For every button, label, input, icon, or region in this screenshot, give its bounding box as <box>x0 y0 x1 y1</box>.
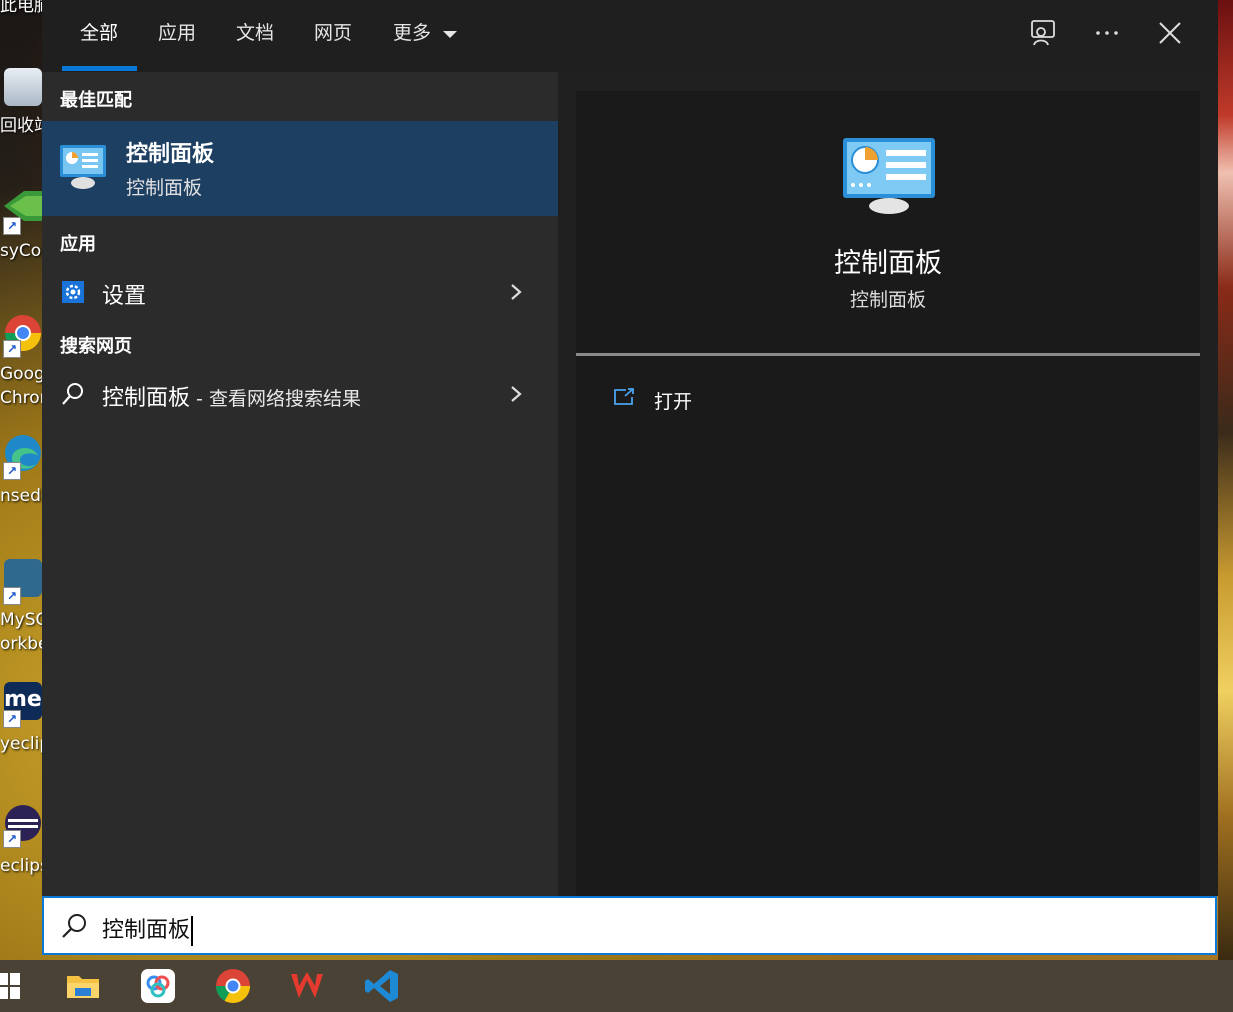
file-explorer-icon[interactable] <box>65 968 101 1004</box>
open-action[interactable]: 打开 <box>606 377 806 421</box>
desktop-icon-recycle-bin[interactable]: 回收站 <box>0 60 42 140</box>
web-suffix: - 查看网络搜索结果 <box>190 388 361 410</box>
vscode-icon[interactable] <box>364 968 400 1004</box>
tab-documents[interactable]: 文档 <box>236 18 274 48</box>
active-tab-indicator <box>62 66 137 71</box>
desktop-icon-label: nsedg <box>0 486 42 506</box>
desktop-icon-label: orkbe <box>0 634 42 654</box>
desktop-icon-eclipse[interactable]: ↗ eclips <box>0 800 42 880</box>
search-input[interactable]: 控制面板 <box>42 896 1217 955</box>
open-label: 打开 <box>654 391 693 413</box>
tab-more[interactable]: 更多 <box>393 18 458 48</box>
shortcut-arrow-icon: ↗ <box>3 830 21 848</box>
chevron-right-icon[interactable] <box>508 282 524 302</box>
text-caret <box>191 916 194 946</box>
chevron-down-icon <box>443 30 458 38</box>
chevron-right-icon[interactable] <box>508 384 524 404</box>
close-icon[interactable] <box>1155 18 1185 48</box>
desktop-icon-label: yeclip <box>0 734 42 754</box>
section-title-best-match: 最佳匹配 <box>60 90 132 111</box>
web-query: 控制面板 <box>102 386 191 411</box>
desktop-icon-mysql-workbench[interactable]: ↗ MySC orkbe <box>0 555 42 655</box>
divider <box>576 353 1200 356</box>
detail-subtitle: 控制面板 <box>849 289 926 311</box>
desktop-icon-label: eclips <box>0 856 42 876</box>
desktop-icon-easyconnect[interactable]: ↗ syCon <box>0 185 42 265</box>
desktop-icon-label: MySC <box>0 610 42 630</box>
desktop-icon-label: Chron <box>0 388 42 408</box>
section-title-apps: 应用 <box>60 234 96 255</box>
desktop-icon-edge[interactable]: ↗ nsedg <box>0 430 42 510</box>
recycle-bin-icon <box>4 68 42 106</box>
open-external-icon <box>614 388 634 405</box>
chrome-icon[interactable] <box>215 968 251 1004</box>
desktop-icon-chrome[interactable]: ↗ Goog Chron <box>0 310 42 410</box>
desktop-icon-label: Goog <box>0 364 42 384</box>
desktop-icon-label: syCon <box>0 241 42 261</box>
web-result-text: 控制面板 - 查看网络搜索结果 <box>102 380 361 412</box>
desktop-wallpaper-edge <box>1218 0 1233 960</box>
tab-apps[interactable]: 应用 <box>158 18 196 48</box>
search-tab-bar: 全部 应用 文档 网页 更多 <box>42 0 1218 72</box>
shortcut-arrow-icon: ↗ <box>3 462 21 480</box>
control-panel-icon <box>843 138 935 214</box>
tab-more-label: 更多 <box>393 22 432 44</box>
result-label: 设置 <box>102 284 147 309</box>
desktop-icon-label-this-pc: 此电脑 <box>0 0 42 16</box>
search-input-value: 控制面板 <box>102 912 194 946</box>
results-list: 最佳匹配 控制面板 控制面板 应用 设置 搜索网页 控制面板 - 查看网络搜索结… <box>42 72 558 896</box>
search-icon <box>62 383 83 405</box>
shortcut-arrow-icon: ↗ <box>3 340 21 358</box>
taskbar <box>0 960 1233 1012</box>
best-match-subtitle: 控制面板 <box>126 177 203 199</box>
shortcut-arrow-icon: ↗ <box>3 217 21 235</box>
search-panel: 全部 应用 文档 网页 更多 最佳匹配 控制面板 控制面板 应用 设置 搜索网页… <box>42 0 1218 896</box>
detail-pane: 控制面板 控制面板 打开 <box>576 91 1200 896</box>
result-item-web-search[interactable]: 控制面板 - 查看网络搜索结果 <box>42 370 558 420</box>
baidu-netdisk-icon[interactable] <box>140 968 176 1004</box>
section-title-web: 搜索网页 <box>60 336 132 357</box>
best-match-title: 控制面板 <box>126 142 215 167</box>
desktop-icon-myeclipse[interactable]: me ↗ yeclip <box>0 680 42 760</box>
desktop-icon-label: 回收站 <box>0 116 42 136</box>
control-panel-icon <box>60 145 106 189</box>
more-options-icon[interactable] <box>1092 18 1122 48</box>
shortcut-arrow-icon: ↗ <box>3 587 21 605</box>
tab-all[interactable]: 全部 <box>80 18 118 48</box>
result-item-settings[interactable]: 设置 <box>42 268 558 318</box>
search-icon <box>62 914 86 938</box>
feedback-icon[interactable] <box>1029 18 1059 48</box>
wps-office-icon[interactable] <box>289 968 325 1004</box>
search-text: 控制面板 <box>102 918 191 943</box>
detail-title: 控制面板 <box>834 248 942 279</box>
windows-start-icon[interactable] <box>0 973 20 999</box>
tab-web[interactable]: 网页 <box>314 18 352 48</box>
best-match-item[interactable]: 控制面板 控制面板 <box>42 121 558 216</box>
shortcut-arrow-icon: ↗ <box>3 710 21 728</box>
gear-icon <box>62 281 84 303</box>
